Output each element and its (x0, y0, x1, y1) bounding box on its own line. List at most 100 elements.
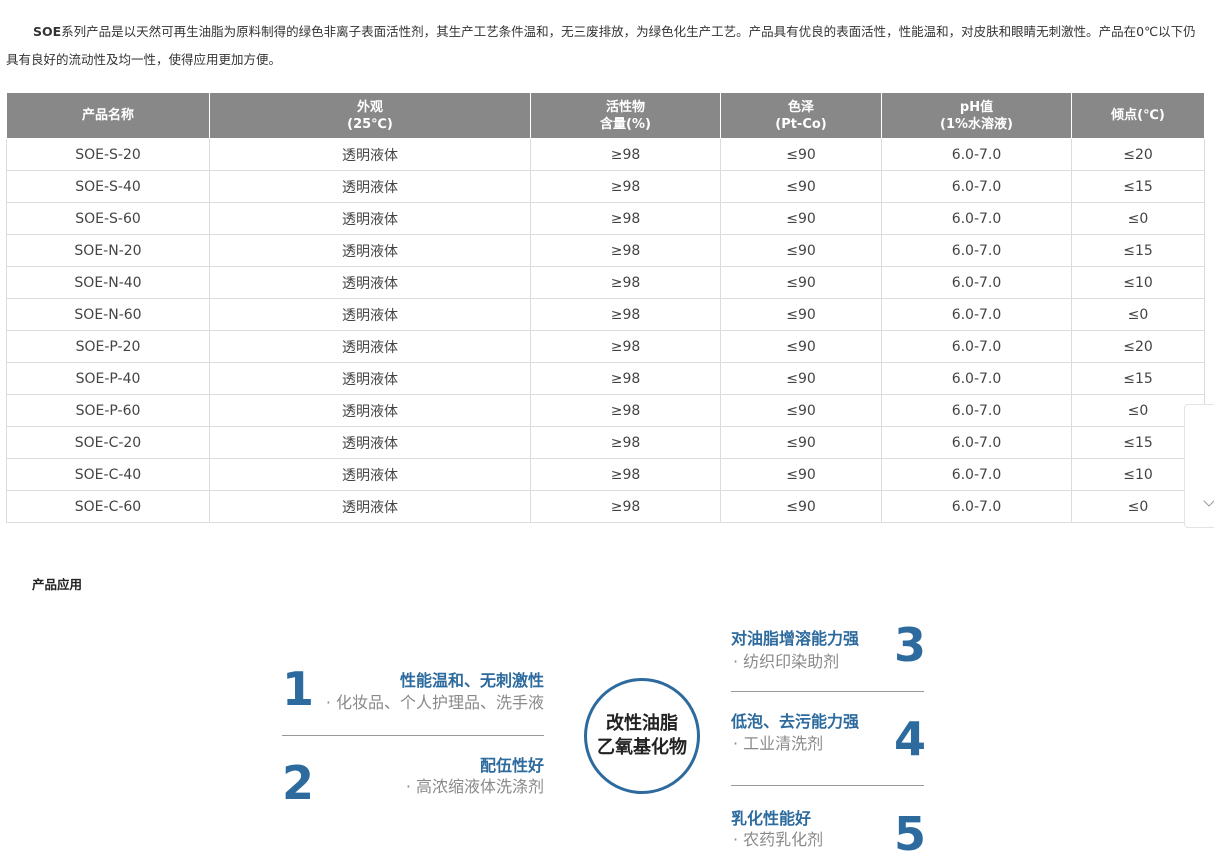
table-row: SOE-S-40 透明液体 ≥98 ≤90 6.0-7.0 ≤15 (6, 170, 1205, 203)
cell-product-name: SOE-P-20 (6, 330, 210, 363)
cell-ph: 6.0-7.0 (881, 490, 1072, 523)
cell-ph: 6.0-7.0 (881, 426, 1072, 459)
cell-appearance: 透明液体 (209, 266, 531, 299)
table-row: SOE-P-20 透明液体 ≥98 ≤90 6.0-7.0 ≤20 (6, 330, 1205, 363)
cell-ph: 6.0-7.0 (881, 266, 1072, 299)
table-header-row: 产品名称 外观 (25℃) 活性物 含量(%) 色泽 (Pt-Co) pH值 (… (6, 92, 1205, 139)
cell-active-content: ≥98 (530, 394, 721, 427)
intro-brand: SOE (33, 24, 62, 39)
cell-product-name: SOE-P-60 (6, 394, 210, 427)
cell-product-name: SOE-N-60 (6, 298, 210, 331)
applications-title: 产品应用 (32, 577, 83, 592)
cell-ph: 6.0-7.0 (881, 394, 1072, 427)
table-row: SOE-C-20 透明液体 ≥98 ≤90 6.0-7.0 ≤15 (6, 426, 1205, 459)
cell-color: ≤90 (720, 426, 882, 459)
cell-appearance: 透明液体 (209, 362, 531, 395)
cell-active-content: ≥98 (530, 426, 721, 459)
divider (282, 735, 544, 736)
cell-active-content: ≥98 (530, 234, 721, 267)
table-row: SOE-N-60 透明液体 ≥98 ≤90 6.0-7.0 ≤0 (6, 298, 1205, 331)
table-row: SOE-C-40 透明液体 ≥98 ≤90 6.0-7.0 ≤10 (6, 458, 1205, 491)
cell-color: ≤90 (720, 170, 882, 203)
header-ph: pH值 (1%水溶液) (881, 92, 1072, 139)
cell-active-content: ≥98 (530, 330, 721, 363)
cell-product-name: SOE-N-20 (6, 234, 210, 267)
cell-pour-point: ≤15 (1071, 362, 1205, 395)
cell-product-name: SOE-C-20 (6, 426, 210, 459)
cell-appearance: 透明液体 (209, 298, 531, 331)
cell-color: ≤90 (720, 394, 882, 427)
table-row: SOE-P-60 透明液体 ≥98 ≤90 6.0-7.0 ≤0 (6, 394, 1205, 427)
app-use-5: · 农药乳化剂 (733, 830, 824, 849)
app-feature-3: 对油脂增溶能力强 (731, 629, 860, 648)
cell-ph: 6.0-7.0 (881, 170, 1072, 203)
cell-product-name: SOE-S-20 (6, 138, 210, 171)
cell-color: ≤90 (720, 490, 882, 523)
cell-appearance: 透明液体 (209, 490, 531, 523)
cell-ph: 6.0-7.0 (881, 298, 1072, 331)
app-use-1: · 化妆品、个人护理品、洗手液 (325, 693, 544, 712)
header-appearance: 外观 (25℃) (209, 92, 531, 139)
cell-product-name: SOE-S-60 (6, 202, 210, 235)
header-product-name: 产品名称 (6, 92, 210, 139)
cell-product-name: SOE-S-40 (6, 170, 210, 203)
cell-active-content: ≥98 (530, 362, 721, 395)
cell-pour-point: ≤20 (1071, 330, 1205, 363)
header-color: 色泽 (Pt-Co) (720, 92, 882, 139)
cell-active-content: ≥98 (530, 490, 721, 523)
cell-appearance: 透明液体 (209, 202, 531, 235)
cell-color: ≤90 (720, 234, 882, 267)
cell-product-name: SOE-P-40 (6, 362, 210, 395)
app-use-4: · 工业清洗剂 (733, 734, 824, 753)
cell-color: ≤90 (720, 266, 882, 299)
header-pour-point: 倾点(℃) (1071, 92, 1205, 139)
cell-active-content: ≥98 (530, 458, 721, 491)
app-number-5: 5 (894, 807, 927, 861)
table-row: SOE-C-60 透明液体 ≥98 ≤90 6.0-7.0 ≤0 (6, 490, 1205, 523)
cell-appearance: 透明液体 (209, 138, 531, 171)
cell-appearance: 透明液体 (209, 330, 531, 363)
chevron-down-icon[interactable] (1203, 495, 1214, 507)
intro-text: 系列产品是以天然可再生油脂为原料制得的绿色非离子表面活性剂，其生产工艺条件温和，… (6, 24, 1196, 67)
table-row: SOE-P-40 透明液体 ≥98 ≤90 6.0-7.0 ≤15 (6, 362, 1205, 395)
cell-color: ≤90 (720, 138, 882, 171)
cell-color: ≤90 (720, 362, 882, 395)
app-feature-2: 配伍性好 (479, 756, 544, 775)
cell-appearance: 透明液体 (209, 394, 531, 427)
cell-color: ≤90 (720, 202, 882, 235)
divider (731, 691, 924, 692)
center-circle: 改性油脂 乙氧基化物 (584, 678, 700, 794)
app-feature-5: 乳化性能好 (731, 809, 812, 828)
cell-ph: 6.0-7.0 (881, 202, 1072, 235)
divider (731, 785, 924, 786)
cell-ph: 6.0-7.0 (881, 458, 1072, 491)
app-feature-4: 低泡、去污能力强 (731, 712, 860, 731)
cell-product-name: SOE-C-60 (6, 490, 210, 523)
cell-active-content: ≥98 (530, 266, 721, 299)
table-row: SOE-S-60 透明液体 ≥98 ≤90 6.0-7.0 ≤0 (6, 202, 1205, 235)
cell-ph: 6.0-7.0 (881, 362, 1072, 395)
cell-active-content: ≥98 (530, 202, 721, 235)
cell-color: ≤90 (720, 298, 882, 331)
app-use-3: · 纺织印染助剂 (733, 652, 840, 671)
cell-active-content: ≥98 (530, 170, 721, 203)
cell-color: ≤90 (720, 458, 882, 491)
cell-ph: 6.0-7.0 (881, 234, 1072, 267)
intro-paragraph: SOE系列产品是以天然可再生油脂为原料制得的绿色非离子表面活性剂，其生产工艺条件… (6, 18, 1208, 74)
cell-appearance: 透明液体 (209, 170, 531, 203)
side-scroll-widget[interactable] (1184, 404, 1214, 528)
cell-color: ≤90 (720, 330, 882, 363)
cell-active-content: ≥98 (530, 138, 721, 171)
app-feature-1: 性能温和、无刺激性 (399, 671, 544, 690)
table-row: SOE-N-20 透明液体 ≥98 ≤90 6.0-7.0 ≤15 (6, 234, 1205, 267)
cell-appearance: 透明液体 (209, 234, 531, 267)
cell-product-name: SOE-N-40 (6, 266, 210, 299)
center-line-1: 改性油脂 (606, 713, 678, 734)
cell-pour-point: ≤0 (1071, 202, 1205, 235)
table-row: SOE-N-40 透明液体 ≥98 ≤90 6.0-7.0 ≤10 (6, 266, 1205, 299)
cell-pour-point: ≤15 (1071, 170, 1205, 203)
header-active-content: 活性物 含量(%) (530, 92, 721, 139)
cell-ph: 6.0-7.0 (881, 138, 1072, 171)
cell-product-name: SOE-C-40 (6, 458, 210, 491)
cell-pour-point: ≤0 (1071, 298, 1205, 331)
